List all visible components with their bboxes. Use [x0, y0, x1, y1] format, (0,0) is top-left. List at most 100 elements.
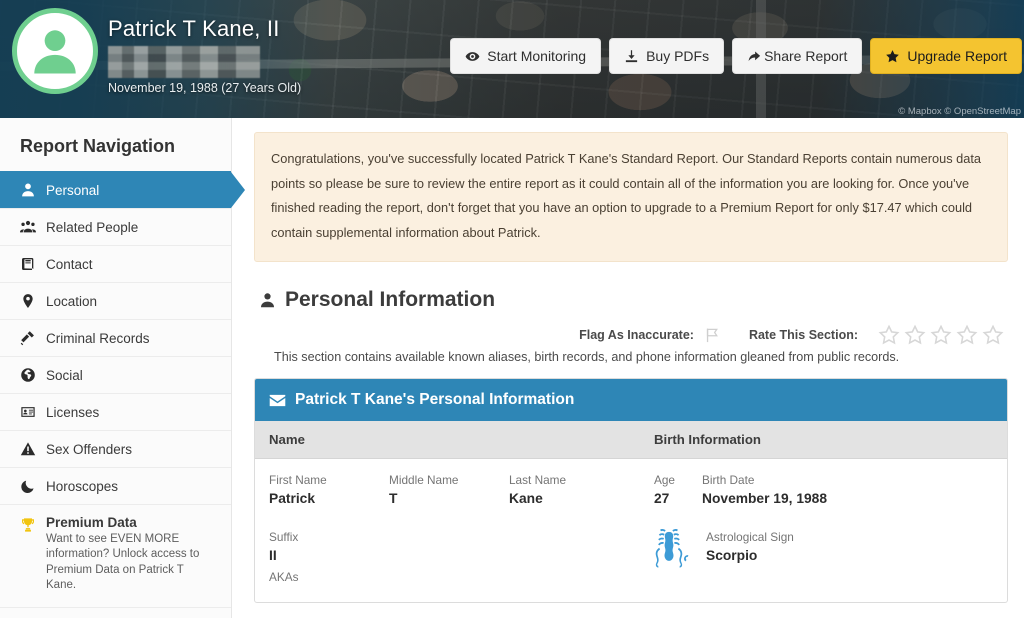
field-spacer-a — [375, 530, 495, 570]
user-icon — [20, 182, 46, 198]
sidebar-item-social[interactable]: Social — [0, 356, 231, 393]
panel-title: Patrick T Kane's Personal Information — [295, 391, 575, 409]
sidebar-item-personal[interactable]: Personal — [0, 171, 245, 208]
field-row-1: First Name Patrick Middle Name T Last Na… — [255, 459, 1007, 506]
buy-pdfs-button[interactable]: Buy PDFs — [609, 38, 725, 74]
zodiac-graphic — [640, 529, 692, 570]
share-report-button[interactable]: Share Report — [732, 38, 863, 74]
upgrade-report-label: Upgrade Report — [907, 48, 1007, 64]
field-value: Kane — [509, 491, 543, 507]
field-label: Astrological Sign — [706, 530, 794, 545]
field-value: Patrick — [269, 491, 316, 507]
moon-icon — [20, 478, 46, 494]
group-header-birth: Birth Information — [654, 432, 761, 448]
sidebar-item-contact[interactable]: Contact — [0, 245, 231, 282]
sidebar-item-label: Contact — [46, 256, 93, 272]
sidebar-item-label: Horoscopes — [46, 478, 119, 494]
field-value: 27 — [654, 491, 670, 507]
star-rating[interactable] — [878, 324, 1004, 346]
field-value: November 19, 1988 — [702, 491, 828, 507]
field-label: Age — [654, 473, 675, 488]
user-icon — [260, 293, 275, 308]
star-icon[interactable] — [878, 324, 900, 346]
upgrade-report-button[interactable]: Upgrade Report — [870, 38, 1022, 74]
field-spacer-b — [495, 530, 640, 570]
field-first-name: First Name Patrick — [255, 473, 375, 506]
avatar — [12, 8, 98, 94]
share-icon — [748, 51, 761, 61]
section-meta-row: Flag As Inaccurate: Rate This Section: — [254, 324, 1008, 346]
section-title: Personal Information — [285, 288, 496, 312]
sidebar-item-label: Related People — [46, 219, 139, 235]
star-icon — [886, 49, 900, 62]
rate-this-section-label: Rate This Section: — [748, 328, 858, 343]
premium-data-title: Premium Data — [46, 515, 137, 530]
field-akas: AKAs — [255, 570, 1007, 602]
group-header-row: Name Birth Information — [255, 421, 1007, 460]
globe-icon — [20, 367, 46, 383]
main-content: Congratulations, you've successfully loc… — [232, 118, 1024, 618]
book-icon — [20, 256, 46, 272]
sidebar-item-licenses[interactable]: Licenses — [0, 393, 231, 430]
premium-data-description: Want to see EVEN MORE information? Unloc… — [46, 533, 200, 591]
star-icon[interactable] — [904, 324, 926, 346]
sidebar-item-label: Criminal Records — [46, 330, 150, 346]
person-dob-age: November 19, 1988 (27 Years Old) — [108, 81, 302, 95]
personal-information-panel: Patrick T Kane's Personal Information Na… — [254, 378, 1008, 604]
share-report-label: Share Report — [764, 48, 848, 64]
sidebar-item-label: Location — [46, 293, 98, 309]
map-pin-icon — [20, 293, 46, 309]
map-attribution: © Mapbox © OpenStreetMap — [898, 106, 1021, 117]
sidebar-item-label: Sex Offenders — [46, 441, 133, 457]
sidebar-item-horoscopes[interactable]: Horoscopes — [0, 467, 231, 504]
sidebar-item-premium-data[interactable]: Premium Data Want to see EVEN MORE infor… — [0, 504, 231, 609]
sidebar-item-related-people[interactable]: Related People — [0, 208, 231, 245]
trophy-icon — [20, 515, 46, 538]
field-middle-name: Middle Name T — [375, 473, 495, 506]
field-label: Birth Date — [702, 473, 755, 488]
page-body: Report Navigation Personal Related Peopl… — [0, 118, 1024, 618]
field-row-2: Suffix II Astrological Sign Scorpio — [255, 516, 1007, 570]
row-spacer — [255, 506, 1007, 516]
star-icon[interactable] — [982, 324, 1004, 346]
panel-header: Patrick T Kane's Personal Information — [255, 379, 1007, 422]
flag-icon[interactable] — [704, 325, 721, 345]
users-icon — [20, 219, 46, 235]
envelope-icon — [269, 394, 286, 406]
field-astrological-sign: Astrological Sign Scorpio — [692, 530, 794, 570]
field-label: Last Name — [509, 473, 567, 488]
section-heading: Personal Information — [259, 288, 1008, 312]
congratulations-alert: Congratulations, you've successfully loc… — [254, 132, 1008, 263]
sidebar-item-label: Personal — [46, 182, 100, 198]
group-header-name: Name — [269, 432, 305, 448]
warning-triangle-icon — [20, 441, 46, 457]
star-icon[interactable] — [930, 324, 952, 346]
field-last-name: Last Name Kane — [495, 473, 640, 506]
user-silhouette-icon — [34, 30, 76, 74]
field-value: Scorpio — [706, 548, 758, 564]
header-action-buttons: Start Monitoring Buy PDFs Share Report U… — [450, 38, 1022, 74]
field-value: T — [389, 491, 398, 507]
start-monitoring-label: Start Monitoring — [487, 48, 587, 64]
sidebar-item-criminal-records[interactable]: Criminal Records — [0, 319, 231, 356]
field-label: AKAs — [269, 570, 299, 585]
section-description: This section contains available known al… — [274, 350, 900, 365]
redacted-address — [108, 46, 260, 78]
sidebar-item-label: Social — [46, 367, 83, 383]
star-icon[interactable] — [956, 324, 978, 346]
sidebar-title: Report Navigation — [20, 136, 176, 156]
profile-header-banner: Patrick T Kane, II November 19, 1988 (27… — [0, 0, 1024, 118]
sidebar-item-location[interactable]: Location — [0, 282, 231, 319]
gavel-icon — [20, 330, 46, 346]
field-suffix: Suffix II — [255, 530, 375, 570]
sidebar-item-label: Licenses — [46, 404, 100, 420]
field-value: II — [269, 548, 277, 564]
field-label: First Name — [269, 473, 327, 488]
field-label: Middle Name — [389, 473, 459, 488]
download-icon — [625, 49, 638, 62]
start-monitoring-button[interactable]: Start Monitoring — [450, 38, 602, 74]
flag-as-inaccurate-label: Flag As Inaccurate: — [579, 328, 694, 343]
sidebar-item-sex-offenders[interactable]: Sex Offenders — [0, 430, 231, 467]
field-age: Age 27 — [640, 473, 688, 506]
eye-icon — [465, 51, 480, 61]
